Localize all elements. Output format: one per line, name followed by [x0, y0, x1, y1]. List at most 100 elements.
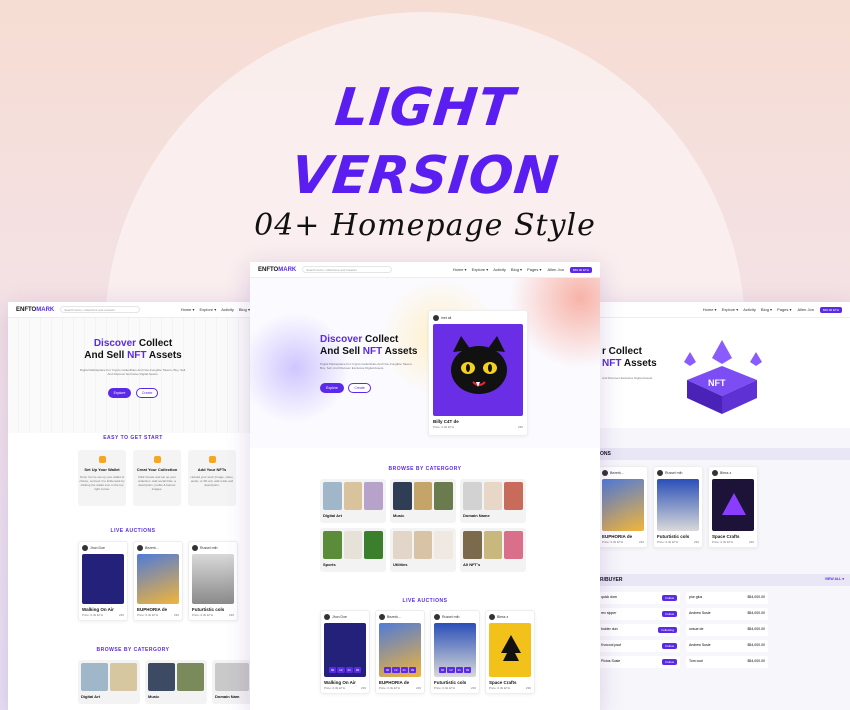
nav-activity[interactable]: Activity	[743, 307, 756, 312]
hero-description: Digital Marketplace For Crypto Collectib…	[80, 368, 186, 376]
steps-row: Set Up Your Wallet Once You've set up yo…	[78, 450, 236, 506]
auction-card[interactable]: Bezerk... EUPHORIA de Price: 0.3k ETH 230	[598, 466, 648, 548]
card-owner: Bless z	[712, 470, 754, 476]
explore-button[interactable]: Explore	[107, 388, 132, 398]
seller-name: bulder dun	[601, 627, 618, 631]
seller-item[interactable]: Tom cool $54,000.00	[686, 656, 768, 668]
auction-card[interactable]: Jhon Doe 00 12 21 09 Walking On Air Price: …	[320, 610, 370, 694]
category-card[interactable]: Digital Art	[320, 479, 386, 523]
card-price-row: Price: 0.3k ETH 230	[602, 540, 644, 544]
headline-version: VERSION	[288, 146, 562, 206]
card-price: Price: 0.3k ETH	[433, 425, 455, 429]
auction-card[interactable]: Russel mth Futurtistic cols Price: 0.3k …	[653, 466, 703, 548]
search-input[interactable]: Search items, collections and creators	[60, 306, 141, 313]
nav-activity[interactable]: Activity	[493, 267, 506, 272]
seller-name: unsue de	[689, 627, 704, 631]
seller-item[interactable]: unsue de $54,000.00	[686, 624, 768, 636]
category-card[interactable]: Utilities	[390, 528, 456, 572]
nav-blog[interactable]: Blog ▾	[239, 307, 250, 312]
wallet-badge[interactable]: $56.00 ETH	[819, 306, 842, 313]
card-price: Price: 0.3k ETH	[657, 540, 679, 544]
card-price: Price: 0.3k ETH	[324, 686, 346, 690]
follow-button[interactable]: Follow	[662, 611, 677, 617]
following-button[interactable]: Following	[658, 627, 677, 633]
avatar	[192, 545, 198, 551]
category-thumb	[504, 531, 524, 559]
nav-home[interactable]: Home ▾	[703, 307, 717, 312]
nav-blog[interactable]: Blog ▾	[761, 307, 772, 312]
navbar: ENFTOMARK Search items, collections and …	[8, 302, 258, 318]
category-thumb	[434, 482, 454, 510]
nav-explore[interactable]: Explore ▾	[722, 307, 739, 312]
sellers-list: quick dom Follow plur glus $54,000.00 rex …	[598, 592, 768, 668]
auction-card[interactable]: Russel mth Futurtistic cols Price: 0.3k …	[188, 541, 238, 621]
follow-button[interactable]: Follow	[662, 659, 677, 665]
auction-card[interactable]: Bezerk... EUPHORIA de Price: 0.3k ETH 230	[133, 541, 183, 621]
seller-row: Pictus Susie Follow Tom cool $54,000.00	[598, 656, 768, 668]
nft-image	[192, 554, 234, 604]
avatar	[137, 545, 143, 551]
nav-pages[interactable]: Pages ▾	[527, 267, 541, 272]
user-name[interactable]: Allen Jon	[798, 307, 814, 312]
nav-pages[interactable]: Pages ▾	[777, 307, 791, 312]
view-all-button[interactable]: VIEW ALL ▾	[825, 577, 844, 581]
auction-card[interactable]: Russel mth 00 12 21 09 Futurtistic cols Pri…	[430, 610, 480, 694]
card-price: Price: 0.3k ETH	[712, 540, 734, 544]
hero-section: Discover Collect And Sell NFT Assets Dig…	[8, 318, 258, 433]
seller-item[interactable]: Kvncool psuf Follow	[598, 640, 680, 652]
avatar	[657, 470, 663, 476]
headline-light: LIGHT	[332, 78, 518, 138]
avatar	[324, 614, 330, 620]
category-card[interactable]: Sports	[320, 528, 386, 572]
create-button[interactable]: Create	[348, 383, 371, 393]
nav-explore[interactable]: Explore ▾	[472, 267, 489, 272]
logo[interactable]: ENFTOMARK	[258, 267, 296, 273]
seller-item[interactable]: plur glus $54,000.00	[686, 592, 768, 604]
auctions-row: Bezerk... EUPHORIA de Price: 0.3k ETH 230…	[598, 466, 758, 548]
explore-button[interactable]: Explore	[320, 383, 344, 393]
seller-item[interactable]: bulder dun Following	[598, 624, 680, 636]
category-thumb	[483, 531, 503, 559]
steps-title: EASY TO GET START	[103, 435, 163, 441]
category-card[interactable]: All NFT's	[460, 528, 526, 572]
category-card[interactable]: Music	[145, 660, 207, 704]
category-card[interactable]: Domain Nam	[212, 660, 252, 704]
user-name[interactable]: Allen Jon	[548, 267, 564, 272]
seller-item[interactable]: Pictus Susie Follow	[598, 656, 680, 668]
auctions-row: Jhon Doe Walking On Air Price: 0.3k ETH 2…	[78, 541, 238, 621]
wallet-badge[interactable]: $56.00 ETH	[569, 266, 592, 273]
seller-item[interactable]: rex sipper Follow	[598, 608, 680, 620]
auction-card[interactable]: Bless z Space Crafts Price: 0.3k ETH 230	[708, 466, 758, 548]
seller-item[interactable]: Andrew Susie $54,000.00	[686, 608, 768, 620]
follow-button[interactable]: Follow	[662, 595, 677, 601]
follow-button[interactable]: Follow	[662, 643, 677, 649]
hero-title-part: And Sell	[320, 346, 363, 357]
seller-name: Andrew Susie	[689, 643, 711, 647]
seller-item[interactable]: quick dom Follow	[598, 592, 680, 604]
nav-blog[interactable]: Blog ▾	[511, 267, 522, 272]
auction-card[interactable]: Jhon Doe Walking On Air Price: 0.3k ETH 2…	[78, 541, 128, 621]
logo[interactable]: ENFTOMARK	[16, 307, 54, 313]
avatar	[712, 470, 718, 476]
auction-card[interactable]: Bezerk... 00 12 21 09 EUPHORIA de Price: 0.…	[375, 610, 425, 694]
card-owner: Russel mth	[192, 545, 234, 551]
nav-explore[interactable]: Explore ▾	[200, 307, 217, 312]
search-input[interactable]: Search items, collections and creators	[302, 266, 393, 273]
card-name: EUPHORIA de	[602, 534, 633, 539]
seller-item[interactable]: Andrew Susie $54,000.00	[686, 640, 768, 652]
hero-title-part: Assets	[146, 350, 182, 361]
card-price-row: Price: 0.3k ETH 230	[433, 425, 523, 429]
nav-home[interactable]: Home ▾	[181, 307, 195, 312]
category-card[interactable]: Domain Name	[460, 479, 526, 523]
category-card[interactable]: Digital Art	[78, 660, 140, 704]
create-button[interactable]: Create	[135, 388, 159, 398]
featured-nft-card[interactable]: Inet ali Billy C4T de Price: 0.3k ETH 230	[428, 310, 528, 436]
nav-activity[interactable]: Activity	[221, 307, 234, 312]
auction-card[interactable]: Bless z Space Crafts Price: 0.3k ETH 230	[485, 610, 535, 694]
nft-image	[82, 554, 124, 604]
auctions-title: LIVE AUCTIONS	[110, 528, 156, 534]
category-card[interactable]: Music	[390, 479, 456, 523]
category-name: Domain Name	[463, 513, 490, 518]
nft-image	[712, 479, 754, 531]
nav-home[interactable]: Home ▾	[453, 267, 467, 272]
